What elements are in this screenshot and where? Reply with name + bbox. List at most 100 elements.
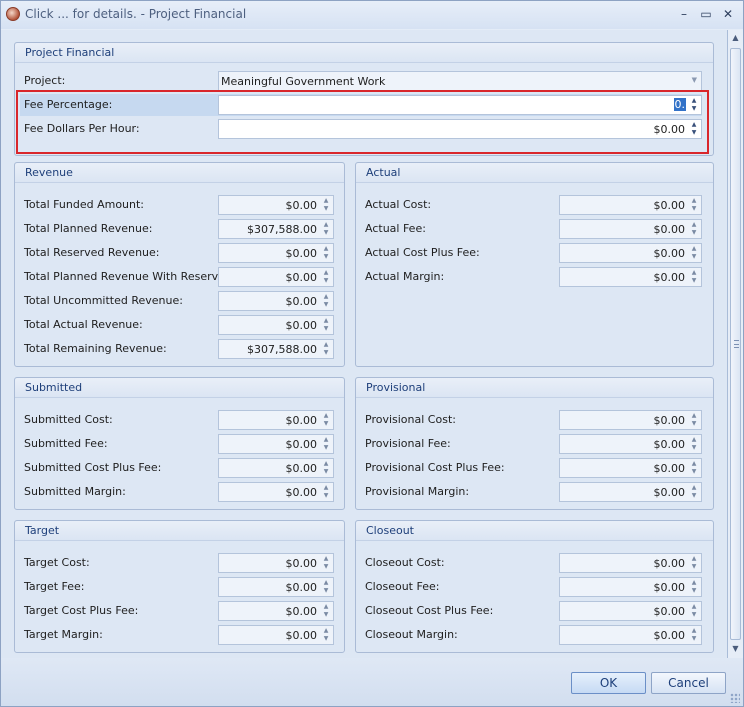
spin-buttons[interactable]: ▲ ▼ bbox=[321, 293, 331, 309]
spin-buttons[interactable]: ▲ ▼ bbox=[689, 484, 699, 500]
resize-grip-icon[interactable] bbox=[730, 693, 740, 703]
closeout-row-label: Closeout Cost Plus Fee: bbox=[365, 604, 494, 617]
group-heading: Actual bbox=[356, 163, 713, 183]
spin-buttons[interactable]: ▲ ▼ bbox=[689, 221, 699, 237]
spin-buttons[interactable]: ▲ ▼ bbox=[321, 245, 331, 261]
revenue-row-input[interactable]: $307,588.00 ▲ ▼ bbox=[218, 339, 334, 359]
close-button[interactable]: ✕ bbox=[717, 5, 739, 23]
actual-row-value: $0.00 bbox=[653, 271, 686, 284]
provisional-row-input[interactable]: $0.00 ▲ ▼ bbox=[559, 434, 702, 454]
scroll-down-icon[interactable]: ▼ bbox=[731, 644, 740, 654]
title-bar[interactable]: Click ... for details. - Project Financi… bbox=[1, 1, 743, 29]
submitted-row-label: Submitted Fee: bbox=[24, 437, 108, 450]
closeout-row-input[interactable]: $0.00 ▲ ▼ bbox=[559, 625, 702, 645]
revenue-row-value: $0.00 bbox=[285, 319, 318, 332]
grip-icon bbox=[734, 340, 739, 348]
spin-buttons[interactable]: ▲ ▼ bbox=[321, 412, 331, 428]
spin-buttons[interactable]: ▲ ▼ bbox=[689, 603, 699, 619]
target-row-input[interactable]: $0.00 ▲ ▼ bbox=[218, 553, 334, 573]
spin-buttons[interactable]: ▲ ▼ bbox=[689, 579, 699, 595]
spin-buttons[interactable]: ▲ ▼ bbox=[689, 555, 699, 571]
revenue-row-input[interactable]: $0.00 ▲ ▼ bbox=[218, 267, 334, 287]
target-row-input[interactable]: $0.00 ▲ ▼ bbox=[218, 601, 334, 621]
actual-row-input[interactable]: $0.00 ▲ ▼ bbox=[559, 267, 702, 287]
revenue-row-input[interactable]: $0.00 ▲ ▼ bbox=[218, 195, 334, 215]
spin-buttons[interactable]: ▲ ▼ bbox=[321, 317, 331, 333]
target-row-input[interactable]: $0.00 ▲ ▼ bbox=[218, 577, 334, 597]
spin-buttons[interactable]: ▲ ▼ bbox=[321, 555, 331, 571]
closeout-row-input[interactable]: $0.00 ▲ ▼ bbox=[559, 577, 702, 597]
highlight-annotation-box bbox=[16, 90, 709, 154]
spin-buttons[interactable]: ▲ ▼ bbox=[321, 484, 331, 500]
revenue-row-label: Total Planned Revenue: bbox=[24, 222, 153, 235]
revenue-row-value: $307,588.00 bbox=[247, 223, 317, 236]
submitted-row-input[interactable]: $0.00 ▲ ▼ bbox=[218, 434, 334, 454]
provisional-row-value: $0.00 bbox=[653, 414, 686, 427]
provisional-row-input[interactable]: $0.00 ▲ ▼ bbox=[559, 482, 702, 502]
revenue-row-label: Total Reserved Revenue: bbox=[24, 246, 160, 259]
spin-buttons[interactable]: ▲ ▼ bbox=[321, 460, 331, 476]
group-heading: Submitted bbox=[15, 378, 344, 398]
actual-row-input[interactable]: $0.00 ▲ ▼ bbox=[559, 243, 702, 263]
revenue-row-label: Total Uncommitted Revenue: bbox=[24, 294, 183, 307]
actual-row-input[interactable]: $0.00 ▲ ▼ bbox=[559, 219, 702, 239]
spin-buttons[interactable]: ▲ ▼ bbox=[321, 603, 331, 619]
scroll-up-icon[interactable]: ▲ bbox=[731, 33, 740, 43]
actual-row-input[interactable]: $0.00 ▲ ▼ bbox=[559, 195, 702, 215]
revenue-row-input[interactable]: $0.00 ▲ ▼ bbox=[218, 291, 334, 311]
provisional-row-input[interactable]: $0.00 ▲ ▼ bbox=[559, 410, 702, 430]
spin-buttons[interactable]: ▲ ▼ bbox=[321, 221, 331, 237]
vertical-scrollbar[interactable]: ▲ ▼ bbox=[728, 30, 743, 658]
actual-group: Actual bbox=[355, 162, 714, 367]
scrollbar-thumb[interactable] bbox=[730, 48, 741, 640]
submitted-row-input[interactable]: $0.00 ▲ ▼ bbox=[218, 482, 334, 502]
spin-buttons[interactable]: ▲ ▼ bbox=[689, 436, 699, 452]
dialog-window: Click ... for details. - Project Financi… bbox=[0, 0, 744, 707]
provisional-row-value: $0.00 bbox=[653, 462, 686, 475]
spin-buttons[interactable]: ▲ ▼ bbox=[321, 436, 331, 452]
target-row-value: $0.00 bbox=[285, 605, 318, 618]
chevron-down-icon[interactable]: ▼ bbox=[692, 76, 697, 84]
revenue-row-label: Total Actual Revenue: bbox=[24, 318, 143, 331]
closeout-row-input[interactable]: $0.00 ▲ ▼ bbox=[559, 601, 702, 621]
spin-buttons[interactable]: ▲ ▼ bbox=[321, 341, 331, 357]
provisional-row-label: Provisional Fee: bbox=[365, 437, 451, 450]
submitted-row-input[interactable]: $0.00 ▲ ▼ bbox=[218, 410, 334, 430]
cancel-button[interactable]: Cancel bbox=[651, 672, 726, 694]
revenue-row-input[interactable]: $0.00 ▲ ▼ bbox=[218, 315, 334, 335]
project-combo[interactable]: Meaningful Government Work ▼ bbox=[218, 71, 702, 91]
provisional-row-value: $0.00 bbox=[653, 486, 686, 499]
minimize-button[interactable]: – bbox=[673, 5, 695, 23]
ok-button[interactable]: OK bbox=[571, 672, 646, 694]
target-row-label: Target Margin: bbox=[24, 628, 103, 641]
revenue-row-input[interactable]: $307,588.00 ▲ ▼ bbox=[218, 219, 334, 239]
spin-buttons[interactable]: ▲ ▼ bbox=[321, 269, 331, 285]
revenue-row-value: $0.00 bbox=[285, 271, 318, 284]
spin-buttons[interactable]: ▲ ▼ bbox=[689, 627, 699, 643]
actual-row-label: Actual Margin: bbox=[365, 270, 445, 283]
spin-buttons[interactable]: ▲ ▼ bbox=[689, 245, 699, 261]
spin-buttons[interactable]: ▲ ▼ bbox=[321, 627, 331, 643]
spin-buttons[interactable]: ▲ ▼ bbox=[689, 412, 699, 428]
submitted-row-label: Submitted Cost: bbox=[24, 413, 113, 426]
spin-buttons[interactable]: ▲ ▼ bbox=[321, 579, 331, 595]
maximize-button[interactable]: ▭ bbox=[695, 5, 717, 23]
provisional-row-input[interactable]: $0.00 ▲ ▼ bbox=[559, 458, 702, 478]
actual-row-value: $0.00 bbox=[653, 199, 686, 212]
revenue-row-value: $0.00 bbox=[285, 247, 318, 260]
submitted-row-label: Submitted Margin: bbox=[24, 485, 126, 498]
target-row-label: Target Fee: bbox=[24, 580, 85, 593]
revenue-row-value: $0.00 bbox=[285, 295, 318, 308]
spin-buttons[interactable]: ▲ ▼ bbox=[689, 197, 699, 213]
submitted-row-input[interactable]: $0.00 ▲ ▼ bbox=[218, 458, 334, 478]
actual-row-label: Actual Fee: bbox=[365, 222, 426, 235]
revenue-row-input[interactable]: $0.00 ▲ ▼ bbox=[218, 243, 334, 263]
project-value: Meaningful Government Work bbox=[221, 75, 386, 88]
provisional-row-label: Provisional Cost Plus Fee: bbox=[365, 461, 505, 474]
revenue-group: Revenue bbox=[14, 162, 345, 367]
closeout-row-input[interactable]: $0.00 ▲ ▼ bbox=[559, 553, 702, 573]
target-row-input[interactable]: $0.00 ▲ ▼ bbox=[218, 625, 334, 645]
spin-buttons[interactable]: ▲ ▼ bbox=[689, 269, 699, 285]
spin-buttons[interactable]: ▲ ▼ bbox=[689, 460, 699, 476]
spin-buttons[interactable]: ▲ ▼ bbox=[321, 197, 331, 213]
